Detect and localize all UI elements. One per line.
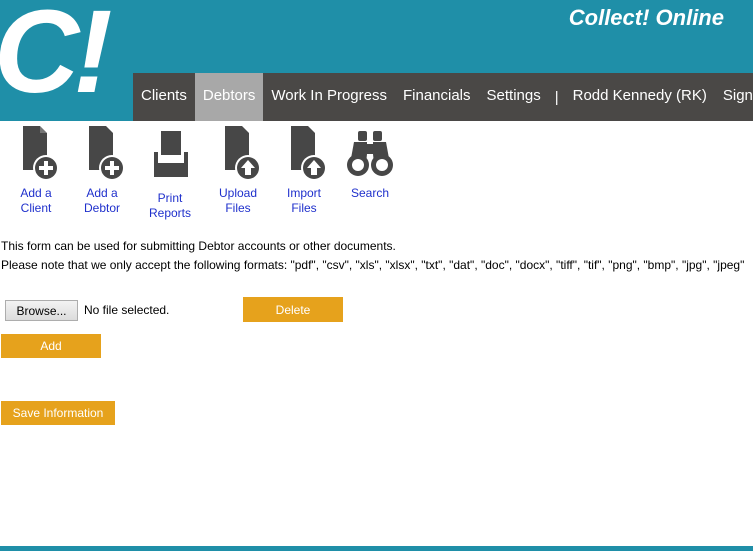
import-files-label: Import Files [286,186,321,215]
document-plus-icon [23,126,59,181]
browse-file-button[interactable]: Browse... [5,300,78,321]
import-files-button[interactable]: Import Files [268,124,340,216]
collect-logo[interactable]: C! [0,0,134,121]
footer-bar [0,546,753,551]
add-debtor-button[interactable]: Add a Debtor [66,124,138,216]
nav-debtors[interactable]: Debtors [194,73,264,121]
add-client-button[interactable]: Add a Client [0,124,72,216]
document-plus-icon [89,126,125,181]
search-label: Search [350,186,390,200]
upload-files-label: Upload Files [218,186,258,215]
document-upload-icon [291,126,327,181]
search-button[interactable]: Search [334,124,406,201]
svg-text:C!: C! [0,0,111,118]
form-note-line-2: Please note that we only accept the foll… [1,258,745,272]
header: C! Collect! Online Clients Debtors Work … [0,0,753,121]
nav-work-in-progress[interactable]: Work In Progress [263,73,395,121]
add-button[interactable]: Add [1,334,101,358]
save-information-button[interactable]: Save Information [1,401,115,425]
printer-icon [154,131,188,177]
binoculars-icon [347,131,393,176]
upload-files-button[interactable]: Upload Files [202,124,274,216]
nav-sign-out[interactable]: Sign Out [715,73,753,121]
file-status-text: No file selected. [84,303,170,317]
nav-financials[interactable]: Financials [395,73,479,121]
app-title: Collect! Online [568,5,724,30]
form-instructions: This form can be used for submitting Deb… [1,237,744,275]
add-debtor-label: Add a Debtor [83,186,121,215]
nav-separator: | [554,88,559,106]
nav-clients[interactable]: Clients [133,73,195,121]
print-reports-label: Print Reports [148,191,192,220]
add-client-label: Add a Client [20,186,52,215]
nav-settings[interactable]: Settings [479,73,549,121]
print-reports-button[interactable]: Print Reports [134,124,206,221]
form-note-line-1: This form can be used for submitting Deb… [1,239,396,253]
delete-button[interactable]: Delete [243,297,343,322]
document-upload-icon [225,126,261,181]
main-nav: Clients Debtors Work In Progress Financi… [133,73,753,121]
nav-user-name[interactable]: Rodd Kennedy (RK) [565,73,715,121]
